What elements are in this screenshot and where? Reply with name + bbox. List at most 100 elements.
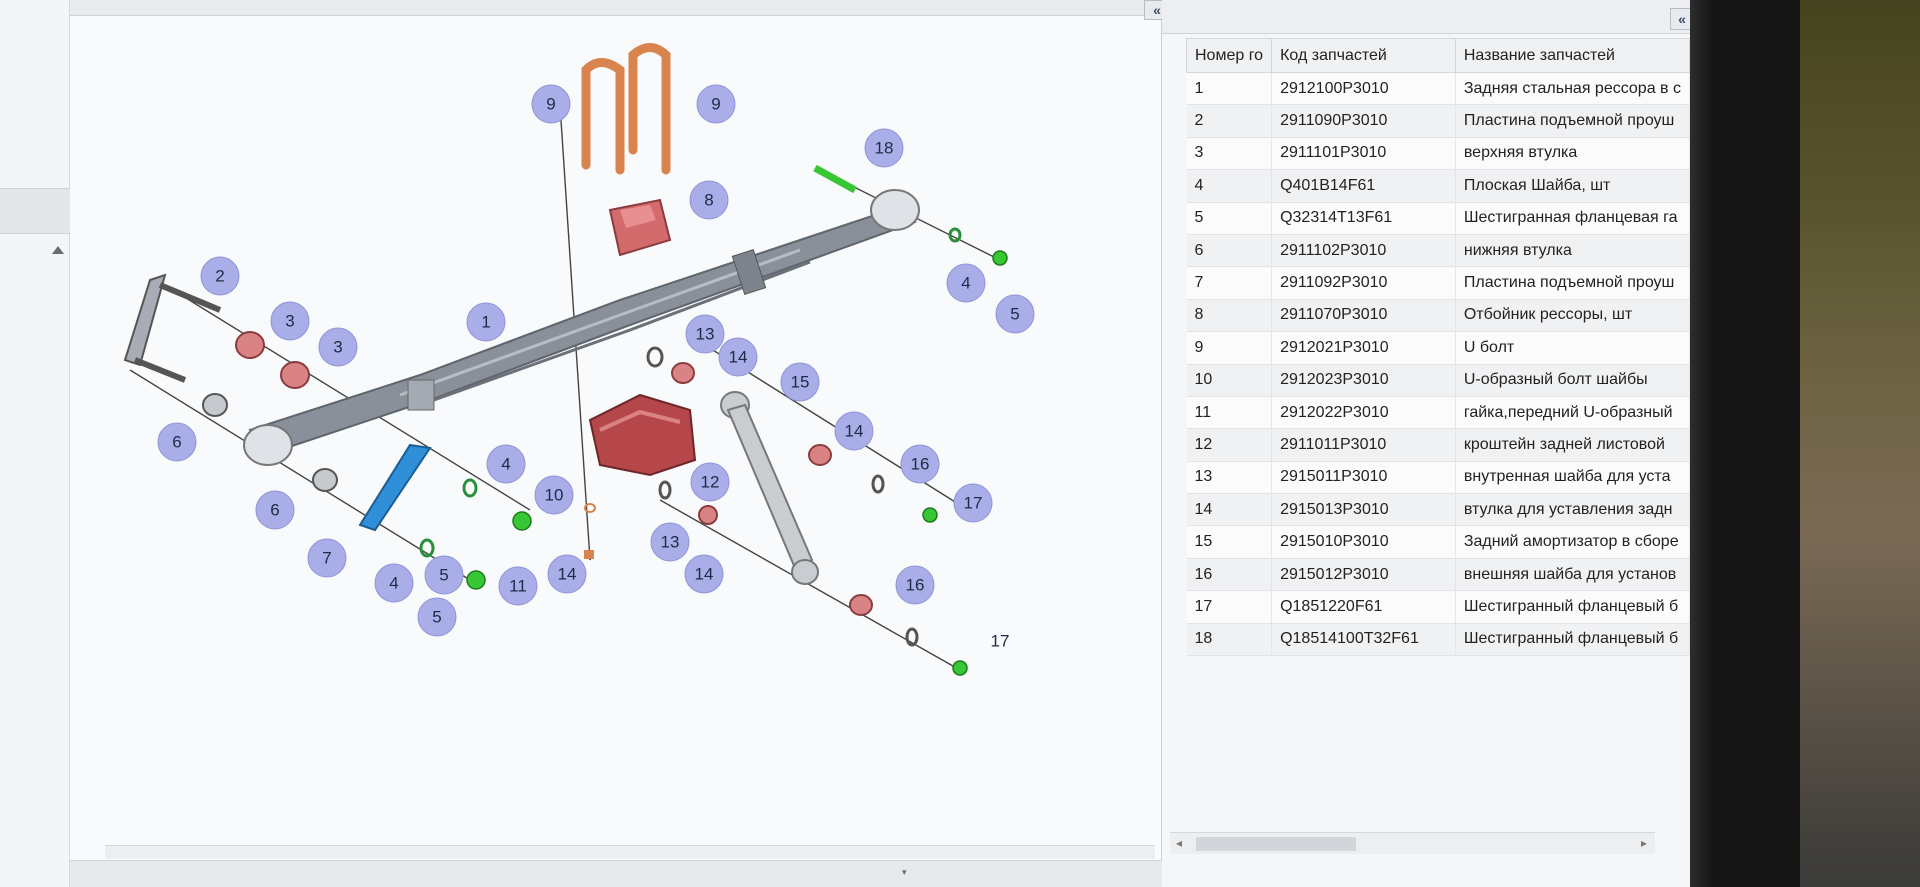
- table-row[interactable]: 15 2915010P3010 Задний амортизатор в сборе: [1186, 525, 1690, 559]
- cell-part-name: Отбойник рессоры, шт: [1455, 299, 1690, 333]
- cell-part-name: нижняя втулка: [1455, 234, 1690, 268]
- cell-number: 10: [1186, 364, 1273, 397]
- callout-number: 12: [701, 473, 720, 492]
- cell-number: 11: [1186, 396, 1273, 430]
- callout-number: 7: [322, 549, 331, 568]
- sidebar-band: [0, 188, 70, 234]
- table-row[interactable]: 9 2912021P3010 U болт: [1186, 331, 1690, 365]
- diagram-horizontal-scrollbar[interactable]: [105, 845, 1155, 859]
- column-header-number[interactable]: Номер го: [1185, 38, 1273, 73]
- table-row[interactable]: 5 Q32314T13F61 Шестигранная фланцевая га: [1186, 202, 1690, 235]
- callout-number: 6: [270, 501, 279, 520]
- cell-number: 14: [1186, 493, 1273, 527]
- column-header-code[interactable]: Код запчастей: [1271, 38, 1456, 73]
- cell-part-name: внешняя шайба для установ: [1455, 558, 1690, 592]
- cell-part-code: 2911102P3010: [1271, 234, 1456, 268]
- cell-part-code: 2911011P3010: [1271, 428, 1456, 462]
- cell-number: 17: [1186, 590, 1273, 624]
- callout-number: 1: [481, 313, 490, 332]
- table-row[interactable]: 16 2915012P3010 внешняя шайба для установ: [1186, 558, 1690, 592]
- table-row[interactable]: 6 2911102P3010 нижняя втулка: [1186, 234, 1690, 268]
- cell-part-name: внутренная шайба для уста: [1455, 461, 1690, 495]
- cell-part-name: Шестигранная фланцевая га: [1455, 202, 1690, 235]
- cell-part-name: U-образный болт шайбы: [1455, 364, 1690, 397]
- table-horizontal-scrollbar[interactable]: ◂ ▸: [1170, 832, 1655, 854]
- spring-bracket-icon: [588, 393, 697, 477]
- cell-part-code: 2915012P3010: [1271, 558, 1456, 592]
- u-bolt-icon: [581, 43, 671, 175]
- callout-number: 17: [964, 494, 983, 513]
- cell-part-name: Плоская Шайба, шт: [1455, 169, 1690, 203]
- callout-number: 13: [661, 533, 680, 552]
- table-row[interactable]: 2 2911090P3010 Пластина подъемной проуш: [1186, 104, 1690, 138]
- cell-part-code: 2911090P3010: [1271, 104, 1456, 138]
- exploded-parts-diagram: 9 918823314513141561416174101267134 51114 1…: [123, 43, 1035, 676]
- callout-number: 9: [546, 95, 555, 114]
- callout-number: 6: [172, 433, 181, 452]
- callout-number: 16: [911, 455, 930, 474]
- table-row[interactable]: 12 2911011P3010 кроштейн задней листовой: [1186, 428, 1690, 462]
- scroll-right-arrow-icon[interactable]: ▸: [1641, 836, 1647, 850]
- callout-number: 13: [696, 325, 715, 344]
- column-header-name[interactable]: Название запчастей: [1454, 38, 1690, 73]
- scroll-left-arrow-icon[interactable]: ◂: [1176, 836, 1182, 850]
- cell-number: 6: [1186, 234, 1273, 268]
- scroll-down-arrow-icon[interactable]: ▾: [902, 867, 907, 878]
- callout-number: 8: [704, 191, 713, 210]
- cell-number: 12: [1186, 428, 1273, 462]
- shackle-plate-icon: [123, 273, 222, 383]
- table-row[interactable]: 4 Q401B14F61 Плоская Шайба, шт: [1186, 169, 1690, 203]
- callout-17-plain: 17: [991, 632, 1010, 651]
- table-row[interactable]: 14 2915013P3010 втулка для уставления задн: [1186, 493, 1690, 527]
- shackle-plate-blue-icon: [358, 443, 432, 532]
- cell-part-name: Пластина подъемной проуш: [1455, 266, 1690, 300]
- callout-number: 18: [875, 139, 894, 158]
- cell-part-code: 2912022P3010: [1271, 396, 1456, 430]
- upper-bushing-icon: [235, 331, 310, 389]
- cell-number: 16: [1186, 558, 1273, 592]
- callout-number: 9: [711, 95, 720, 114]
- shock-absorber-icon: [720, 391, 819, 585]
- scrollbar-thumb[interactable]: [1196, 837, 1356, 851]
- table-row[interactable]: 1 2912100P3010 Задняя стальная рессора в с: [1186, 72, 1690, 106]
- callout-number: 14: [695, 565, 714, 584]
- table-row[interactable]: 3 2911101P3010 верхняя втулка: [1186, 137, 1690, 171]
- parts-table: Номер го Код запчастей Название запчасте…: [1185, 38, 1690, 657]
- cell-number: 3: [1186, 137, 1273, 171]
- cell-part-code: Q1851220F61: [1271, 590, 1456, 624]
- left-sidebar: [0, 0, 70, 887]
- cell-part-code: 2911070P3010: [1271, 299, 1456, 333]
- cell-number: 15: [1186, 525, 1273, 559]
- callout-number: 5: [439, 566, 448, 585]
- cell-part-code: 2915011P3010: [1271, 461, 1456, 495]
- table-row[interactable]: 17 Q1851220F61 Шестигранный фланцевый б: [1186, 590, 1690, 624]
- callout-number: 4: [961, 274, 970, 293]
- cell-number: 2: [1186, 104, 1273, 138]
- callout-number: 15: [791, 373, 810, 392]
- cell-number: 9: [1186, 331, 1273, 365]
- table-row[interactable]: 11 2912022P3010 гайка,передний U-образный: [1186, 396, 1690, 430]
- cell-part-name: U болт: [1455, 331, 1690, 365]
- cell-number: 5: [1186, 202, 1273, 235]
- callout-number: 16: [906, 576, 925, 595]
- cell-part-code: 2911101P3010: [1271, 137, 1456, 171]
- collapse-table-button[interactable]: «: [1670, 8, 1690, 30]
- cell-part-code: 2915010P3010: [1271, 525, 1456, 559]
- cell-part-code: 2911092P3010: [1271, 266, 1456, 300]
- cell-part-code: Q401B14F61: [1271, 169, 1456, 203]
- table-header-row: Номер го Код запчастей Название запчасте…: [1185, 38, 1690, 73]
- callout-number: 2: [215, 267, 224, 286]
- collapse-up-icon[interactable]: [52, 246, 64, 254]
- cell-number: 8: [1186, 299, 1273, 333]
- cell-part-name: втулка для уставления задн: [1455, 493, 1690, 527]
- table-row[interactable]: 18 Q18514100T32F61 Шестигранный фланцевый …: [1186, 623, 1690, 657]
- callout-group: 9 918823314513141561416174101267134 51114 1…: [157, 84, 1035, 637]
- callout-number: 4: [389, 574, 398, 593]
- table-row[interactable]: 13 2915011P3010 внутренная шайба для уста: [1186, 461, 1690, 495]
- table-row[interactable]: 10 2912023P3010 U-образный болт шайбы: [1186, 364, 1690, 397]
- table-topbar: [1162, 0, 1690, 34]
- cell-number: 13: [1186, 461, 1273, 495]
- table-row[interactable]: 7 2911092P3010 Пластина подъемной проуш: [1186, 266, 1690, 300]
- cell-number: 4: [1186, 169, 1273, 203]
- table-row[interactable]: 8 2911070P3010 Отбойник рессоры, шт: [1186, 299, 1690, 333]
